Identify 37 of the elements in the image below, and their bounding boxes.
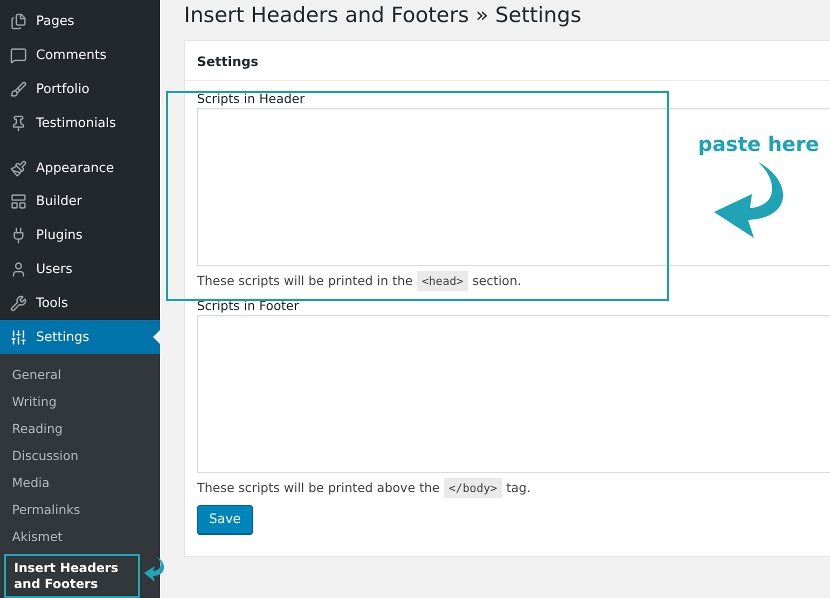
paintbrush-icon bbox=[10, 160, 27, 177]
submenu-item[interactable]: Media bbox=[0, 470, 160, 497]
pages-icon bbox=[10, 13, 27, 30]
script-textarea[interactable] bbox=[197, 108, 830, 266]
submenu-item[interactable]: Reading bbox=[0, 416, 160, 443]
user-icon bbox=[10, 260, 27, 278]
save-button[interactable]: Save bbox=[197, 505, 253, 534]
field-label: Scripts in Header bbox=[197, 91, 306, 106]
field-description: These scripts will be printed above the </body> tag. bbox=[197, 480, 830, 495]
comment-icon bbox=[10, 47, 27, 64]
submenu-item[interactable]: Permalinks bbox=[0, 496, 160, 524]
layout-icon bbox=[10, 193, 27, 210]
field-description: These scripts will be printed in the <head> section. bbox=[197, 273, 830, 288]
submenu-item[interactable]: Akismet bbox=[0, 524, 160, 551]
submenu-item[interactable]: Writing bbox=[0, 388, 160, 416]
menu-item[interactable]: Comments bbox=[0, 38, 160, 73]
menu-item[interactable]: Tools bbox=[0, 286, 160, 320]
menu-item[interactable]: Pages bbox=[0, 5, 160, 39]
menu-item[interactable]: Appearance bbox=[0, 151, 160, 185]
page-title: Insert Headers and Footers » Settings bbox=[184, 2, 582, 28]
card-title: Settings bbox=[197, 55, 258, 70]
sliders-icon bbox=[10, 328, 27, 346]
menu-item[interactable]: Portfolio bbox=[0, 72, 160, 106]
brush-icon bbox=[10, 80, 27, 98]
menu-item[interactable]: Users bbox=[0, 252, 160, 286]
submenu-item[interactable]: Discussion bbox=[0, 442, 160, 470]
submenu-item[interactable]: Insert Headers and Footers bbox=[4, 554, 140, 598]
field-label: Scripts in Footer bbox=[197, 298, 300, 313]
wrench-icon bbox=[10, 294, 27, 312]
pin-icon bbox=[10, 114, 27, 132]
menu-item[interactable]: Settings bbox=[0, 320, 160, 354]
annotation-text: paste here bbox=[698, 132, 820, 156]
menu-item[interactable]: Testimonials bbox=[0, 106, 160, 140]
submenu-item[interactable]: General bbox=[0, 362, 160, 389]
pointer-notch bbox=[153, 330, 160, 344]
menu-item[interactable]: Plugins bbox=[0, 218, 160, 253]
menu-item[interactable]: Builder bbox=[0, 184, 160, 219]
